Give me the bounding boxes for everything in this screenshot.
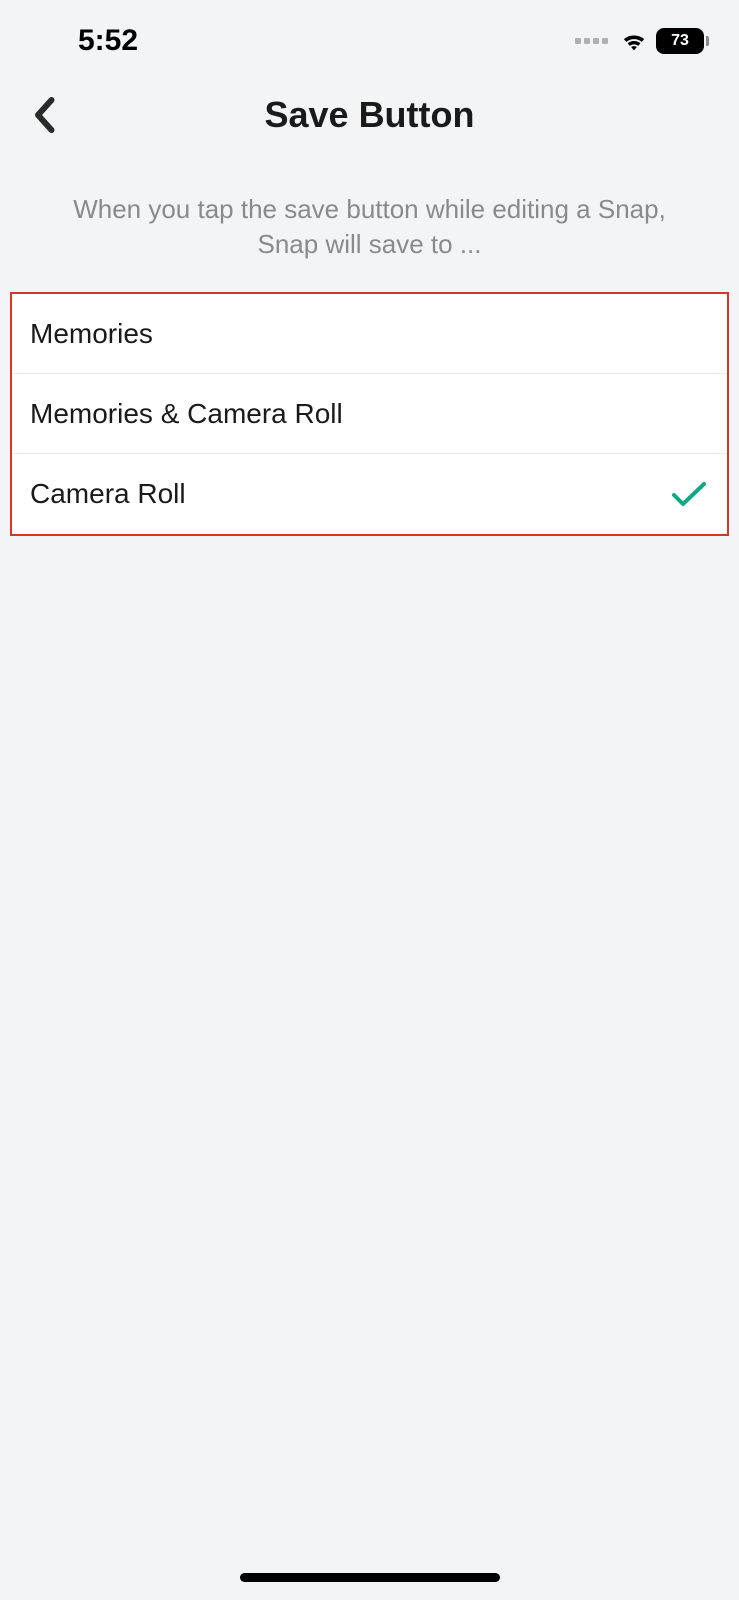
page-title: Save Button bbox=[264, 94, 474, 136]
home-indicator[interactable] bbox=[240, 1573, 500, 1582]
carrier-dots-icon bbox=[575, 38, 608, 44]
chevron-left-icon bbox=[33, 97, 55, 133]
option-camera-roll[interactable]: Camera Roll bbox=[12, 454, 727, 534]
status-time: 5:52 bbox=[78, 24, 138, 58]
options-list: Memories Memories & Camera Roll Camera R… bbox=[10, 292, 729, 536]
option-memories-camera-roll[interactable]: Memories & Camera Roll bbox=[12, 374, 727, 454]
battery-level: 73 bbox=[671, 32, 689, 50]
option-memories[interactable]: Memories bbox=[12, 294, 727, 374]
back-button[interactable] bbox=[24, 95, 64, 135]
wifi-icon bbox=[620, 30, 648, 52]
status-indicators: 73 bbox=[575, 28, 709, 54]
checkmark-icon bbox=[671, 480, 707, 508]
option-label: Memories & Camera Roll bbox=[30, 398, 343, 430]
nav-header: Save Button bbox=[0, 70, 739, 160]
battery-indicator: 73 bbox=[656, 28, 709, 54]
status-bar: 5:52 73 bbox=[0, 0, 739, 70]
option-label: Camera Roll bbox=[30, 478, 186, 510]
page-description: When you tap the save button while editi… bbox=[0, 160, 739, 292]
option-label: Memories bbox=[30, 318, 153, 350]
